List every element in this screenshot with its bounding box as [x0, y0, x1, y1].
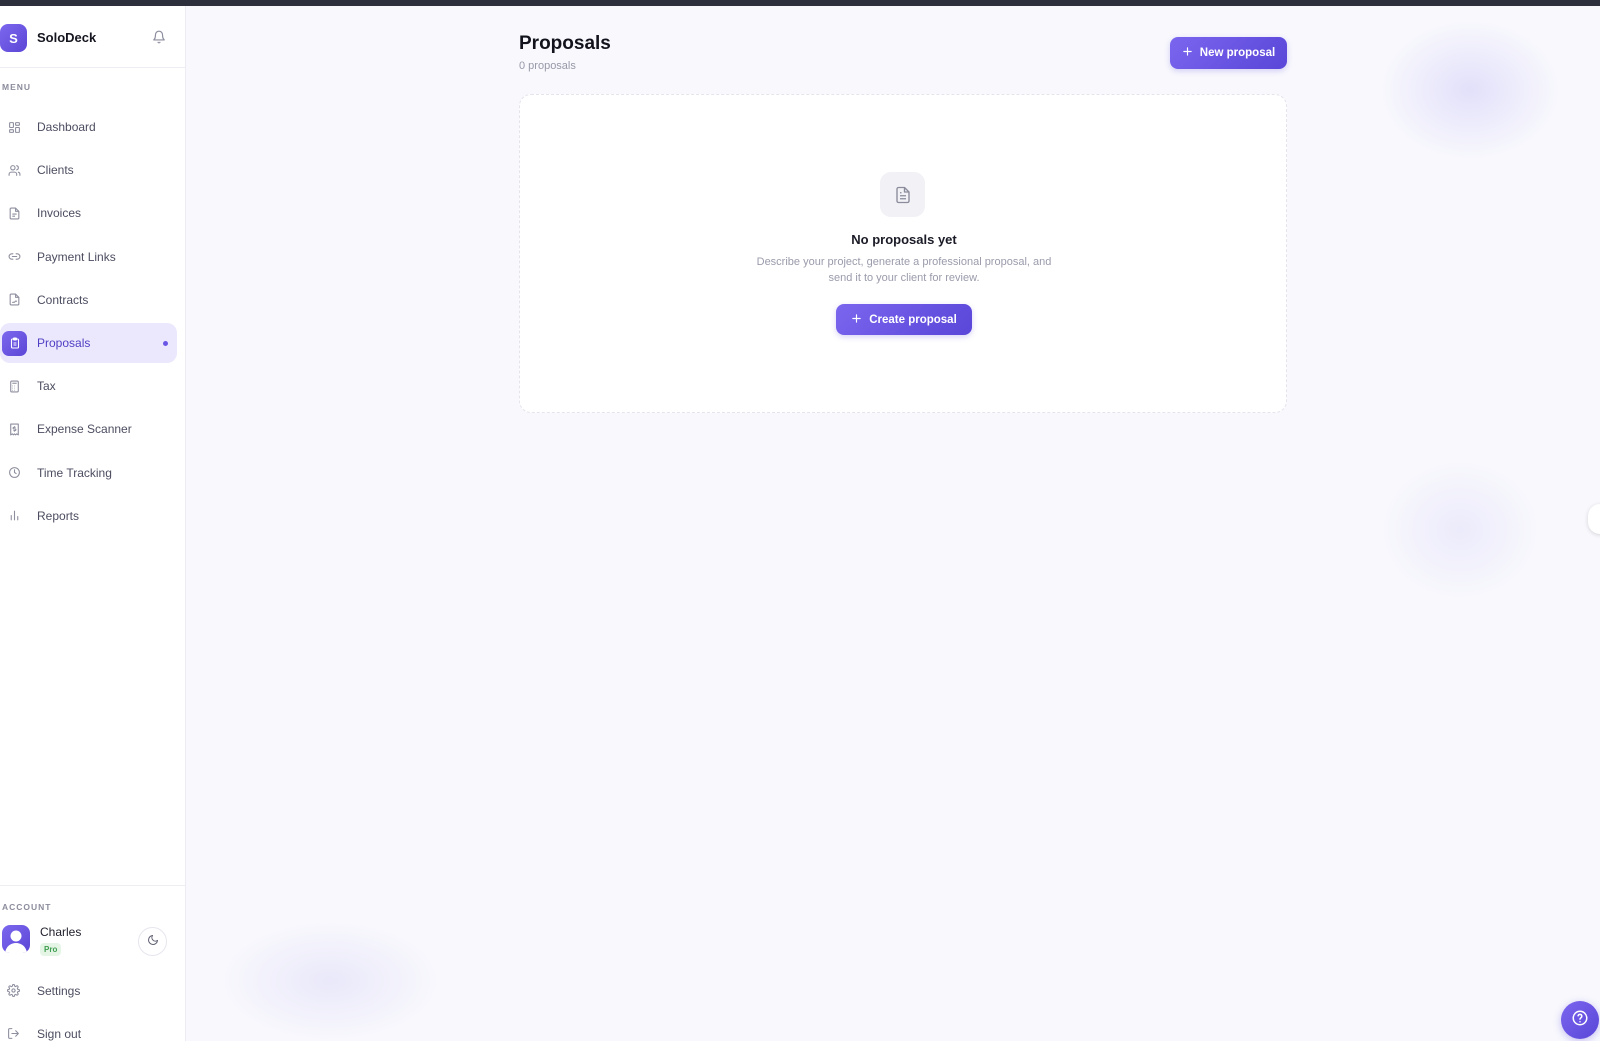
empty-state-title: No proposals yet	[851, 232, 957, 247]
create-proposal-label: Create proposal	[869, 313, 957, 326]
sidebar-item-expense-scanner[interactable]: Expense Scanner	[0, 409, 177, 449]
bell-icon[interactable]	[152, 30, 166, 44]
page-title: Proposals	[519, 33, 611, 54]
user-name: Charles	[40, 925, 82, 939]
clock-icon	[6, 465, 22, 481]
sidebar-item-invoices[interactable]: Invoices	[0, 193, 177, 233]
users-icon	[6, 162, 22, 178]
calculator-icon	[6, 378, 22, 394]
sign-out-label: Sign out	[37, 1027, 82, 1041]
plus-icon	[851, 313, 862, 327]
background-glow	[1380, 20, 1560, 160]
sidebar-item-clients[interactable]: Clients	[0, 150, 177, 190]
active-indicator-dot	[163, 340, 168, 346]
log-out-icon	[7, 1027, 21, 1041]
menu-section-label: MENU	[2, 82, 32, 92]
sidebar-nav: Dashboard Clients Invoices Payment Links…	[0, 107, 186, 539]
clipboard-icon	[2, 330, 27, 356]
sidebar-item-reports[interactable]: Reports	[0, 496, 177, 536]
sidebar: S SoloDeck MENU Dashboard Clients Invoic…	[0, 6, 186, 1041]
document-icon	[880, 172, 925, 217]
sidebar-item-proposals[interactable]: Proposals	[0, 322, 177, 363]
sidebar-item-label: Reports	[37, 508, 80, 523]
sidebar-item-label: Clients	[37, 163, 74, 178]
sidebar-item-label: Contracts	[37, 292, 89, 307]
brand-logo[interactable]: S	[0, 24, 27, 52]
receipt-icon	[6, 421, 22, 437]
background-glow	[220, 921, 440, 1041]
sidebar-item-label: Payment Links	[37, 249, 116, 264]
grid-icon	[6, 119, 22, 135]
moon-icon	[147, 933, 159, 951]
help-button[interactable]	[1561, 1001, 1599, 1039]
sidebar-item-label: Dashboard	[37, 120, 96, 134]
create-proposal-button[interactable]: Create proposal	[836, 304, 972, 335]
plan-badge: Pro	[40, 943, 62, 956]
sidebar-item-tax[interactable]: Tax	[0, 366, 177, 406]
window-top-bar	[0, 0, 1600, 6]
help-circle-icon	[1571, 1009, 1589, 1032]
sign-out-link[interactable]: Sign out	[0, 1019, 186, 1041]
plus-icon	[1182, 46, 1193, 60]
theme-toggle-button[interactable]	[138, 927, 167, 956]
sidebar-item-contracts[interactable]: Contracts	[0, 280, 177, 320]
settings-link[interactable]: Settings	[0, 976, 186, 1006]
divider	[0, 67, 186, 68]
empty-state-description: Describe your project, generate a profes…	[756, 256, 1052, 284]
file-icon	[6, 205, 22, 221]
gear-icon	[7, 984, 21, 998]
sidebar-item-dashboard[interactable]: Dashboard	[0, 107, 177, 147]
background-glow	[1380, 460, 1540, 600]
new-proposal-button[interactable]: New proposal	[1170, 37, 1287, 69]
bar-chart-icon	[6, 508, 22, 524]
sidebar-item-label: Proposals	[37, 335, 91, 350]
divider	[0, 885, 186, 886]
sidebar-item-payment-links[interactable]: Payment Links	[0, 237, 177, 277]
sidebar-item-label: Invoices	[37, 206, 82, 221]
link-icon	[6, 249, 22, 265]
sidebar-item-time-tracking[interactable]: Time Tracking	[0, 453, 177, 493]
avatar[interactable]	[2, 925, 30, 953]
account-section-label: ACCOUNT	[2, 902, 52, 912]
sidebar-item-label: Time Tracking	[37, 465, 112, 480]
proposal-count: 0 proposals	[519, 60, 576, 72]
floating-side-widget[interactable]	[1588, 504, 1600, 534]
brand: S SoloDeck	[0, 22, 186, 62]
sidebar-item-label: Expense Scanner	[37, 422, 132, 437]
empty-state-card: No proposals yet Describe your project, …	[519, 94, 1287, 413]
file-signature-icon	[6, 292, 22, 308]
sidebar-item-label: Tax	[37, 379, 56, 394]
brand-name[interactable]: SoloDeck	[37, 30, 96, 45]
new-proposal-label: New proposal	[1199, 47, 1276, 59]
settings-label: Settings	[37, 984, 81, 998]
